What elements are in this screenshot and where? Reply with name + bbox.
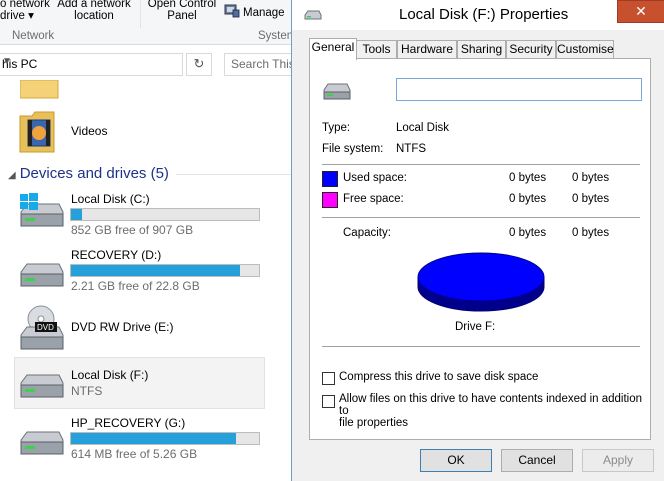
network-group-label: Network — [12, 30, 55, 42]
drive-c-free: 852 GB free of 907 GB — [71, 223, 194, 237]
section-divider — [176, 174, 300, 175]
ok-button[interactable]: OK — [420, 449, 492, 472]
drive-small-icon — [304, 10, 322, 24]
videos-folder-icon[interactable] — [18, 108, 58, 157]
general-tab-panel: Type: Local Disk File system: NTFS Used … — [309, 58, 651, 440]
separator — [322, 217, 640, 218]
tab-hardware[interactable]: Hardware — [397, 40, 457, 59]
manage-button[interactable]: Manage — [243, 7, 285, 19]
used-space-bytes: 0 bytes — [509, 172, 547, 184]
capacity-size: 0 bytes — [572, 227, 610, 239]
dialog-titlebar[interactable]: Local Disk (F:) Properties ✕ — [292, 0, 664, 30]
hard-drive-icon[interactable] — [17, 262, 65, 295]
drive-c-usage-fill — [71, 209, 83, 220]
drive-d-usage-fill — [71, 265, 241, 276]
type-label: Type: — [322, 122, 351, 134]
compress-checkbox[interactable] — [322, 372, 335, 385]
address-bar[interactable]: his PC ▼ — [0, 53, 183, 76]
free-space-size: 0 bytes — [572, 193, 610, 205]
add-location-label-1: Add a network — [57, 0, 131, 10]
tab-general[interactable]: General — [309, 38, 357, 60]
free-space-swatch — [322, 192, 338, 208]
drive-c-name[interactable]: Local Disk (C:) — [71, 192, 150, 206]
index-label[interactable]: Allow files on this drive to have conten… — [339, 393, 645, 429]
used-space-label: Used space: — [343, 172, 407, 184]
tab-security[interactable]: Security — [506, 40, 556, 59]
type-value: Local Disk — [396, 122, 450, 134]
file-system-value: NTFS — [396, 143, 427, 155]
volume-label-input[interactable] — [396, 78, 642, 101]
drive-g-usage-fill — [71, 433, 237, 444]
windows-drive-icon[interactable] — [17, 192, 65, 235]
index-checkbox[interactable] — [322, 395, 335, 408]
drive-e-name[interactable]: DVD RW Drive (E:) — [71, 320, 173, 334]
refresh-icon[interactable]: ↻ — [186, 53, 212, 76]
drive-c-usage-bar — [70, 208, 260, 221]
collapse-triangle-icon[interactable]: ◢ — [8, 170, 16, 181]
drive-g-usage-bar — [70, 432, 260, 445]
search-placeholder: Search This — [231, 57, 295, 71]
free-space-label: Free space: — [343, 193, 404, 205]
drive-d-free: 2.21 GB free of 22.8 GB — [71, 279, 200, 293]
map-drive-label-2: drive ▾ — [0, 10, 34, 22]
capacity-bytes: 0 bytes — [509, 227, 547, 239]
devices-section-header[interactable]: ◢ Devices and drives (5) — [8, 165, 169, 182]
used-space-size: 0 bytes — [572, 172, 610, 184]
open-control-panel-button[interactable]: Open Control Panel — [146, 0, 218, 22]
manage-icon — [224, 4, 240, 18]
hard-drive-icon[interactable] — [17, 430, 65, 463]
capacity-label: Capacity: — [343, 227, 391, 239]
devices-section-title: Devices and drives (5) — [19, 165, 169, 182]
add-location-label-2: location — [74, 10, 114, 22]
add-network-location-button[interactable]: Add a network location — [54, 0, 134, 22]
compress-label[interactable]: Compress this drive to save disk space — [339, 371, 538, 383]
drive-g-name[interactable]: HP_RECOVERY (G:) — [71, 416, 185, 430]
cancel-button[interactable]: Cancel — [501, 449, 573, 472]
apply-button[interactable]: Apply — [582, 449, 654, 472]
drive-d-name[interactable]: RECOVERY (D:) — [71, 248, 161, 262]
tab-sharing[interactable]: Sharing — [457, 40, 506, 59]
videos-label[interactable]: Videos — [71, 124, 107, 138]
explorer-window: o network drive ▾ Add a network location… — [0, 0, 306, 481]
file-system-label: File system: — [322, 143, 384, 155]
map-network-drive-button[interactable]: o network drive ▾ — [0, 0, 52, 22]
drive-f-filesystem: NTFS — [71, 384, 103, 398]
chevron-down-icon[interactable]: ▼ — [2, 56, 178, 67]
ribbon-divider — [140, 0, 141, 28]
hard-drive-icon[interactable] — [17, 373, 65, 406]
control-panel-label-2: Panel — [167, 10, 197, 22]
ribbon: o network drive ▾ Add a network location… — [0, 0, 300, 45]
properties-dialog: Local Disk (F:) Properties ✕ General Too… — [291, 0, 664, 481]
drive-caption: Drive F: — [455, 321, 496, 333]
tab-tools[interactable]: Tools — [356, 40, 397, 59]
used-space-swatch — [322, 171, 338, 187]
drive-f-name[interactable]: Local Disk (F:) — [71, 368, 148, 382]
close-button[interactable]: ✕ — [617, 0, 664, 23]
drive-g-free: 614 MB free of 5.26 GB — [71, 447, 198, 461]
tab-customise[interactable]: Customise — [556, 40, 614, 59]
drive-icon — [322, 83, 352, 104]
index-label-line-2: file properties — [339, 417, 409, 429]
dvd-drive-icon[interactable]: DVD — [17, 305, 65, 354]
index-label-line-1: Allow files on this drive to have conten… — [339, 393, 643, 417]
folder-icon[interactable] — [19, 79, 60, 103]
dialog-title: Local Disk (F:) Properties — [399, 6, 569, 23]
free-space-bytes: 0 bytes — [509, 193, 547, 205]
control-panel-label-1: Open Control — [147, 0, 217, 10]
disk-usage-pie-chart — [416, 247, 546, 320]
map-drive-label-1: o network — [0, 0, 50, 10]
separator — [322, 164, 640, 165]
drive-d-usage-bar — [70, 264, 260, 277]
separator — [322, 346, 640, 347]
svg-text:DVD: DVD — [37, 323, 54, 332]
